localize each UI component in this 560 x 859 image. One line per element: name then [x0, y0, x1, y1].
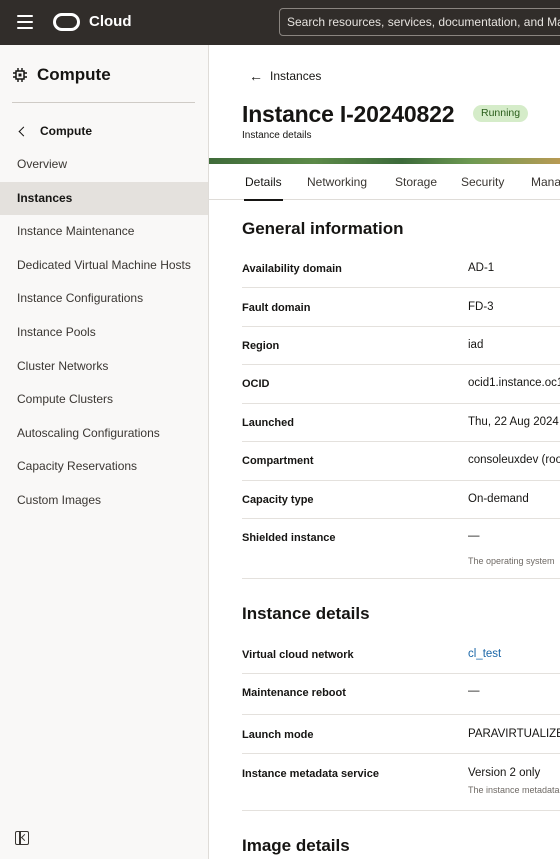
section-title-instance-details: Instance details — [242, 604, 370, 623]
sidebar-item-instance-maintenance[interactable]: Instance Maintenance — [0, 215, 208, 248]
row-label: Availability domain — [242, 263, 342, 275]
sidebar-back-link[interactable]: Compute — [18, 124, 92, 138]
row-label: Capacity type — [242, 494, 314, 506]
sidebar-item-capacity-reservations[interactable]: Capacity Reservations — [0, 450, 208, 483]
row-label: Shielded instance — [242, 532, 336, 544]
tab-storage[interactable]: Storage — [395, 164, 437, 200]
sidebar-title: Compute — [37, 65, 111, 84]
oracle-logo-icon[interactable] — [53, 13, 80, 31]
sidebar-item-cluster-networks[interactable]: Cluster Networks — [0, 350, 208, 383]
detail-row: Launched Thu, 22 Aug 2024 — [242, 404, 560, 442]
sidebar-header: Compute — [12, 65, 111, 85]
tab-security[interactable]: Security — [461, 164, 504, 200]
vcn-link[interactable]: cl_test — [468, 648, 501, 660]
hamburger-menu-icon[interactable] — [17, 15, 33, 29]
row-value: Version 2 only — [468, 767, 541, 779]
sidebar: Compute Compute Overview Instances Insta… — [0, 45, 209, 859]
compute-chip-icon — [13, 68, 27, 82]
row-value: iad — [468, 339, 484, 351]
row-value: consoleuxdev (root) — [468, 454, 560, 466]
sidebar-item-instances[interactable]: Instances — [0, 182, 208, 215]
row-value: PARAVIRTUALIZED — [468, 728, 560, 740]
detail-row: Launch mode PARAVIRTUALIZED — [242, 715, 560, 754]
row-label: Region — [242, 340, 280, 352]
row-value: Thu, 22 Aug 2024 — [468, 416, 559, 428]
page-subtitle: Instance details — [242, 130, 312, 141]
section-title-general: General information — [242, 219, 404, 238]
row-value[interactable]: ocid1.instance.oc1.iad — [468, 377, 560, 389]
top-bar: Cloud Search resources, services, docume… — [0, 0, 560, 45]
breadcrumb[interactable]: ← Instances — [249, 68, 321, 84]
sidebar-item-dedicated-vm-hosts[interactable]: Dedicated Virtual Machine Hosts — [0, 249, 208, 282]
detail-row: OCID ocid1.instance.oc1.iad — [242, 365, 560, 404]
brand-name[interactable]: Cloud — [89, 13, 132, 30]
breadcrumb-label: Instances — [270, 69, 322, 83]
row-value: — — [468, 685, 480, 697]
sidebar-divider — [12, 102, 195, 103]
tab-details[interactable]: Details — [244, 164, 283, 201]
row-value: FD-3 — [468, 301, 494, 313]
tab-bar: Details Networking Storage Security Mana… — [209, 164, 560, 201]
row-label: Launched — [242, 417, 294, 429]
main-content: ← Instances Instance I-20240822 Running … — [209, 45, 560, 859]
row-note: The operating system — [468, 556, 555, 566]
detail-row: Region iad — [242, 327, 560, 365]
row-value: AD-1 — [468, 262, 495, 274]
chevron-left-icon — [18, 126, 29, 137]
detail-row: Compartment consoleuxdev (root) — [242, 442, 560, 481]
sidebar-item-overview[interactable]: Overview — [0, 148, 208, 181]
row-label: OCID — [242, 378, 270, 390]
row-label: Virtual cloud network — [242, 649, 354, 661]
row-label: Maintenance reboot — [242, 687, 346, 699]
sidebar-item-instance-configurations[interactable]: Instance Configurations — [0, 282, 208, 315]
sidebar-back-label: Compute — [40, 124, 92, 138]
row-label: Instance metadata service — [242, 768, 379, 780]
page-title: Instance I-20240822 — [242, 101, 455, 127]
row-note: The instance metadata — [468, 785, 560, 795]
section-title-image-details: Image details — [242, 836, 350, 855]
detail-row: Shielded instance — The operating system — [242, 519, 560, 579]
sidebar-item-compute-clusters[interactable]: Compute Clusters — [0, 383, 208, 416]
search-input[interactable]: Search resources, services, documentatio… — [279, 8, 560, 36]
sidebar-item-autoscaling-configurations[interactable]: Autoscaling Configurations — [0, 417, 208, 450]
row-label: Launch mode — [242, 729, 314, 741]
row-value: — — [468, 530, 480, 542]
tab-networking[interactable]: Networking — [307, 164, 367, 200]
tab-management[interactable]: Management — [531, 164, 560, 200]
status-badge: Running — [473, 105, 529, 122]
detail-row: Maintenance reboot — — [242, 674, 560, 715]
detail-row: Virtual cloud network cl_test — [242, 636, 560, 674]
arrow-left-icon: ← — [249, 68, 263, 84]
sidebar-item-custom-images[interactable]: Custom Images — [0, 484, 208, 517]
collapse-sidebar-icon[interactable] — [15, 831, 29, 845]
detail-row: Availability domain AD-1 — [242, 250, 560, 288]
sidebar-item-instance-pools[interactable]: Instance Pools — [0, 316, 208, 349]
detail-row: Instance metadata service Version 2 only… — [242, 754, 560, 811]
row-label: Fault domain — [242, 302, 311, 314]
detail-row: Fault domain FD-3 — [242, 288, 560, 327]
detail-row: Capacity type On-demand — [242, 481, 560, 519]
row-value: On-demand — [468, 493, 529, 505]
row-label: Compartment — [242, 455, 314, 467]
